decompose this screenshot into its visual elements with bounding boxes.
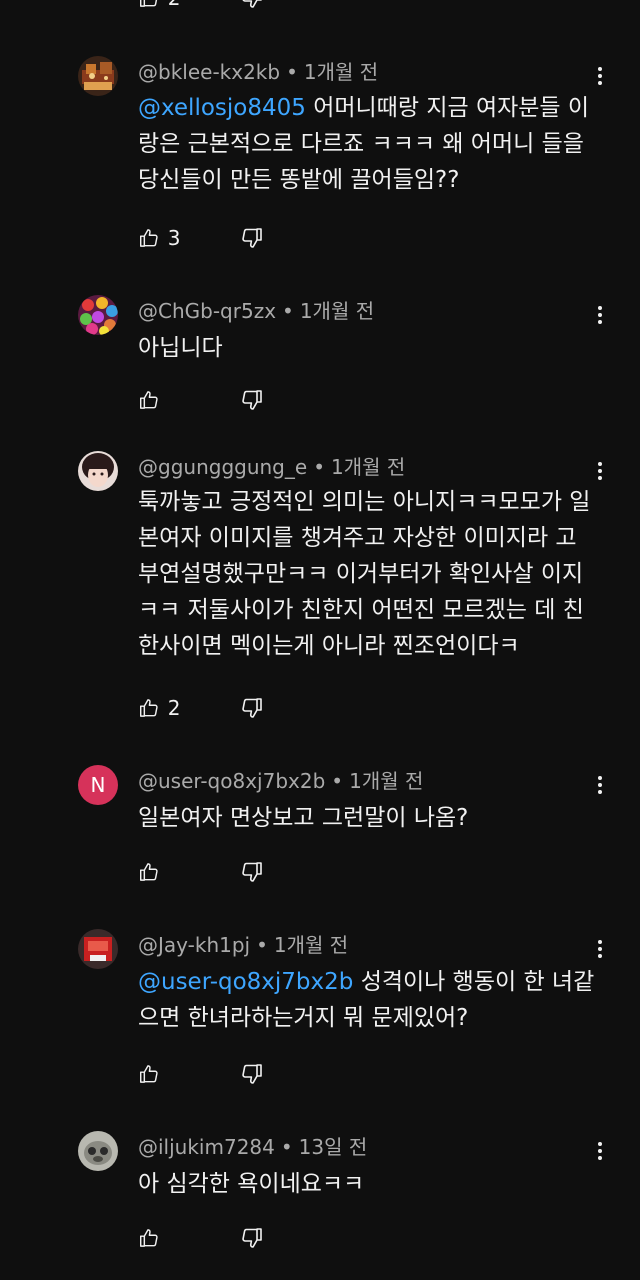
like-icon	[138, 1062, 160, 1086]
comment-body: 툭까놓고 긍정적인 의미는 아니지ㅋㅋ모모가 일본여자 이미지를 챙겨주고 자상…	[138, 489, 591, 659]
avatar[interactable]	[78, 295, 118, 335]
more-vert-icon[interactable]	[590, 301, 610, 329]
comment-actions	[138, 858, 264, 886]
timestamp: 1개월 전	[330, 455, 406, 479]
more-vert-icon[interactable]	[590, 935, 610, 963]
mention-link[interactable]: @user-qo8xj7bx2b	[138, 969, 353, 995]
like-count: 2	[167, 696, 181, 720]
author-handle[interactable]: @Jay-kh1pj	[138, 933, 250, 957]
comment-text: @user-qo8xj7bx2b 성격이나 행동이 한 녀같으면 한녀라하는거지…	[138, 964, 598, 1036]
comment-actions	[138, 386, 264, 414]
author-handle[interactable]: @user-qo8xj7bx2b	[138, 769, 325, 793]
dislike-icon	[240, 226, 264, 250]
dislike-icon	[240, 0, 264, 10]
timestamp: 1개월 전	[349, 769, 424, 793]
comment-actions	[138, 1060, 264, 1088]
author-handle[interactable]: @ggungggung_e	[138, 455, 307, 479]
comment-text: 아 심각한 욕이네요ㅋㅋ	[138, 1166, 598, 1202]
comment-meta: @bklee-kx2kb • 1개월 전	[138, 60, 379, 84]
dislike-icon	[240, 860, 264, 884]
mention-link[interactable]: @xellosjo8405	[138, 95, 306, 121]
dislike-button[interactable]	[240, 1226, 264, 1250]
comment-text: @xellosjo8405 어머니때랑 지금 여자분들 이랑은 근본적으로 다르…	[138, 90, 598, 198]
avatar[interactable]: N	[78, 765, 118, 805]
comment-meta: @Jay-kh1pj • 1개월 전	[138, 933, 349, 957]
like-icon	[138, 226, 160, 250]
dislike-button[interactable]	[240, 696, 264, 720]
like-icon	[138, 0, 160, 10]
like-icon	[138, 388, 160, 412]
avatar[interactable]	[78, 56, 118, 96]
avatar-letter: N	[90, 773, 106, 797]
comment-text: 툭까놓고 긍정적인 의미는 아니지ㅋㅋ모모가 일본여자 이미지를 챙겨주고 자상…	[138, 484, 598, 664]
like-button[interactable]: 2	[138, 696, 184, 720]
dislike-button[interactable]	[240, 226, 264, 250]
like-button[interactable]	[138, 388, 184, 412]
dislike-button[interactable]	[240, 388, 264, 412]
dislike-icon	[240, 1226, 264, 1250]
comment-text: 아닙니다	[138, 330, 598, 366]
author-handle[interactable]: @ChGb-qr5zx	[138, 299, 276, 323]
like-button[interactable]	[138, 1226, 184, 1250]
timestamp: 1개월 전	[303, 60, 379, 84]
author-handle[interactable]: @iljukim7284	[138, 1135, 275, 1159]
avatar[interactable]	[78, 1131, 118, 1171]
author-handle[interactable]: @bklee-kx2kb	[138, 60, 280, 84]
more-vert-icon[interactable]	[590, 457, 610, 485]
comment-body: 아 심각한 욕이네요ㅋㅋ	[138, 1171, 365, 1197]
comment-body: 일본여자 면상보고 그런말이 나옴?	[138, 805, 469, 831]
like-button[interactable]: 3	[138, 226, 184, 250]
timestamp: 1개월 전	[273, 933, 349, 957]
more-vert-icon[interactable]	[590, 1137, 610, 1165]
avatar[interactable]	[78, 929, 118, 969]
avatar[interactable]	[78, 451, 118, 491]
comment-meta: @ChGb-qr5zx • 1개월 전	[138, 299, 375, 323]
comment-body: 아닙니다	[138, 335, 223, 361]
dislike-icon	[240, 1062, 264, 1086]
dislike-button[interactable]	[240, 860, 264, 884]
like-button[interactable]	[138, 1062, 184, 1086]
comment-text: 일본여자 면상보고 그런말이 나옴?	[138, 800, 598, 836]
like-button[interactable]	[138, 860, 184, 884]
comment-actions: 3	[138, 224, 264, 252]
dislike-button[interactable]	[240, 0, 264, 10]
dislike-button[interactable]	[240, 1062, 264, 1086]
more-vert-icon[interactable]	[590, 62, 610, 90]
comment-actions: 2	[138, 694, 264, 722]
dislike-icon	[240, 696, 264, 720]
timestamp: 13일 전	[298, 1135, 368, 1159]
timestamp: 1개월 전	[299, 299, 375, 323]
like-button[interactable]: 2	[138, 0, 184, 10]
comment-meta: @ggungggung_e • 1개월 전	[138, 455, 406, 479]
comment-actions	[138, 1224, 264, 1252]
comment-actions-previous: 2	[138, 0, 264, 12]
more-vert-icon[interactable]	[590, 771, 610, 799]
dislike-icon	[240, 388, 264, 412]
like-count: 2	[168, 0, 184, 10]
comment-meta: @user-qo8xj7bx2b • 1개월 전	[138, 769, 424, 793]
like-icon	[138, 860, 160, 884]
comment-meta: @iljukim7284 • 13일 전	[138, 1135, 368, 1159]
like-icon	[138, 1226, 160, 1250]
like-icon	[138, 696, 160, 720]
like-count: 3	[167, 226, 181, 250]
